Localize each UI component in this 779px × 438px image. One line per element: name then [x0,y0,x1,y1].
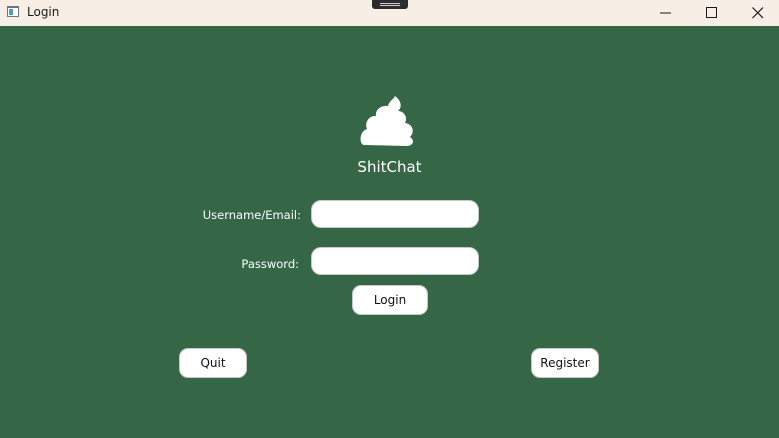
pile-icon [360,96,414,146]
window-title: Login [27,5,60,19]
minimize-button[interactable] [643,0,689,26]
username-label: Username/Email: [202,208,301,222]
close-icon [752,7,764,19]
username-field[interactable] [311,200,479,228]
minimize-icon [660,12,671,14]
login-button[interactable]: Login [352,285,428,315]
maximize-button[interactable] [689,0,735,26]
register-button[interactable]: Register [531,348,599,378]
maximize-icon [706,7,717,18]
close-button[interactable] [735,0,779,26]
snap-grip-handle[interactable] [372,0,408,9]
quit-button[interactable]: Quit [179,348,247,378]
app-window-icon [7,6,19,17]
password-field[interactable] [311,247,479,275]
app-name: ShitChat [357,158,422,176]
password-label: Password: [241,257,299,271]
title-bar[interactable]: Login [0,0,779,26]
login-window: Login ShitChat Username/Email: Password:… [0,0,779,438]
